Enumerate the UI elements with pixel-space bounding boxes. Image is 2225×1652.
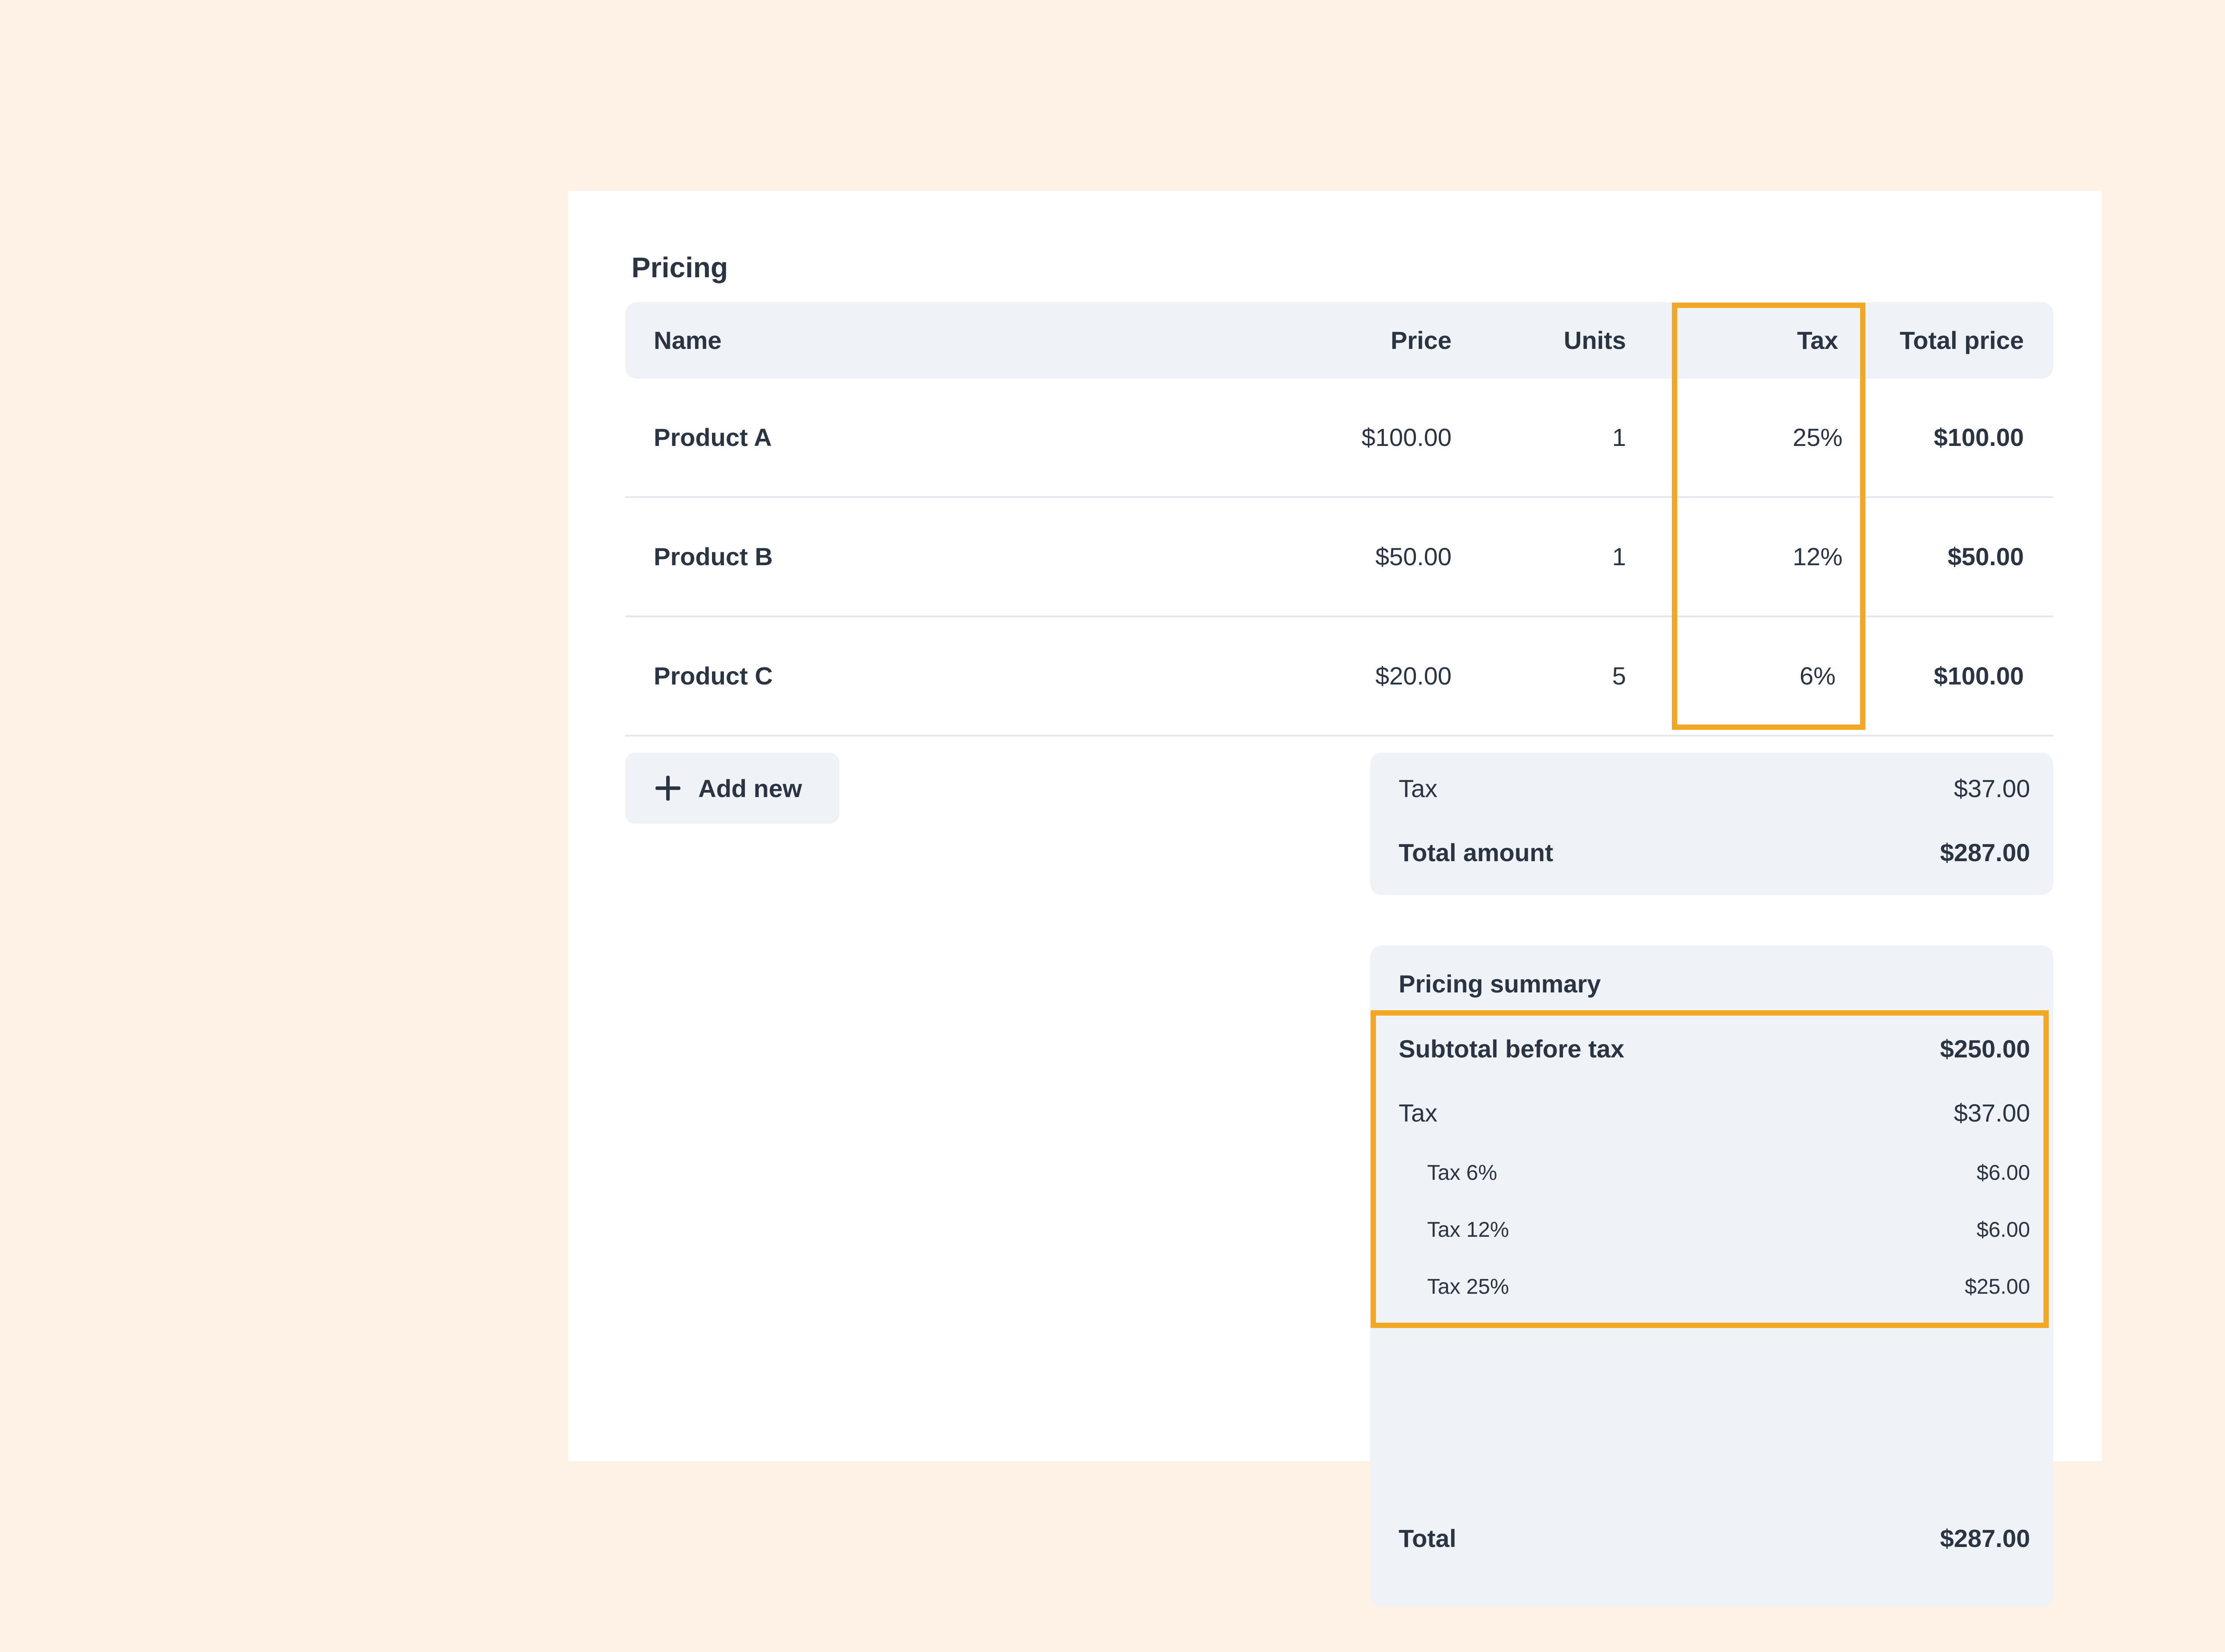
summary-total-value: $287.00 xyxy=(1940,1524,2030,1552)
product-name: Product C xyxy=(654,662,773,690)
summary-total-line: Total $287.00 xyxy=(1399,1524,2030,1553)
section-title: Pricing xyxy=(631,251,728,283)
product-total-price: $100.00 xyxy=(1934,662,2024,690)
tax-breakdown-value: $6.00 xyxy=(1976,1218,2030,1242)
product-price: $100.00 xyxy=(1361,423,1452,451)
column-header-total-price: Total price xyxy=(1899,326,2024,354)
tax-breakdown-line: Tax 25% $25.00 xyxy=(1427,1275,2030,1299)
total-amount-value: $287.00 xyxy=(1940,838,2030,866)
tax-breakdown-line: Tax 6% $6.00 xyxy=(1427,1161,2030,1185)
product-name: Product A xyxy=(654,423,772,451)
product-units: 5 xyxy=(1612,662,1626,690)
product-total-price: $100.00 xyxy=(1934,423,2024,451)
product-units: 1 xyxy=(1612,423,1626,451)
summary-tax-line: Tax $37.00 xyxy=(1399,1098,2030,1127)
summary-subtotal-line: Subtotal before tax $250.00 xyxy=(1399,1034,2030,1063)
table-header: Name Price Units Tax Total price xyxy=(625,302,2053,379)
column-header-units: Units xyxy=(1564,326,1626,354)
product-price: $20.00 xyxy=(1375,662,1452,690)
column-header-price: Price xyxy=(1391,326,1452,354)
pricing-summary-panel: Pricing summary Subtotal before tax $250… xyxy=(1370,945,2053,1607)
column-header-name: Name xyxy=(654,326,722,354)
product-total-price: $50.00 xyxy=(1947,543,2024,571)
totals-tax-label: Tax xyxy=(1399,774,1438,802)
tax-breakdown-label: Tax 12% xyxy=(1427,1218,1509,1242)
product-tax: 25% xyxy=(1792,423,1843,451)
tax-breakdown-line: Tax 12% $6.00 xyxy=(1427,1218,2030,1242)
totals-panel: Tax $37.00 Total amount $287.00 xyxy=(1370,753,2053,895)
table-row[interactable]: Product C $20.00 5 6% $100.00 xyxy=(625,617,2053,737)
product-units: 1 xyxy=(1612,543,1626,571)
pricing-card: Pricing Name Price Units Tax Total price… xyxy=(568,191,2102,1607)
table-row[interactable]: Product A $100.00 1 25% $100.00 xyxy=(625,379,2053,498)
product-tax: 6% xyxy=(1800,662,1836,690)
summary-tax-value: $37.00 xyxy=(1954,1099,2030,1127)
summary-total-label: Total xyxy=(1399,1524,1456,1552)
tax-breakdown-value: $6.00 xyxy=(1976,1161,2030,1185)
summary-title: Pricing summary xyxy=(1399,970,1601,998)
plus-icon xyxy=(655,776,680,801)
total-amount-label: Total amount xyxy=(1399,838,1553,866)
totals-amount-line: Total amount $287.00 xyxy=(1399,838,2030,867)
summary-title-line: Pricing summary xyxy=(1399,969,2030,998)
subtotal-value: $250.00 xyxy=(1940,1035,2030,1063)
product-price: $50.00 xyxy=(1375,543,1452,571)
add-new-label: Add new xyxy=(698,774,802,802)
subtotal-label: Subtotal before tax xyxy=(1399,1035,1625,1063)
pricing-table: Name Price Units Tax Total price Product… xyxy=(625,302,2053,737)
tax-breakdown-value: $25.00 xyxy=(1965,1275,2030,1299)
product-name: Product B xyxy=(654,543,773,571)
table-row[interactable]: Product B $50.00 1 12% $50.00 xyxy=(625,498,2053,617)
totals-tax-value: $37.00 xyxy=(1954,774,2030,802)
totals-tax-line: Tax $37.00 xyxy=(1399,774,2030,803)
add-new-button[interactable]: Add new xyxy=(625,753,839,824)
column-header-tax: Tax xyxy=(1797,326,1838,354)
summary-tax-label: Tax xyxy=(1399,1099,1438,1127)
tax-breakdown-label: Tax 25% xyxy=(1427,1275,1509,1299)
tax-breakdown-label: Tax 6% xyxy=(1427,1161,1497,1185)
product-tax: 12% xyxy=(1792,543,1843,571)
